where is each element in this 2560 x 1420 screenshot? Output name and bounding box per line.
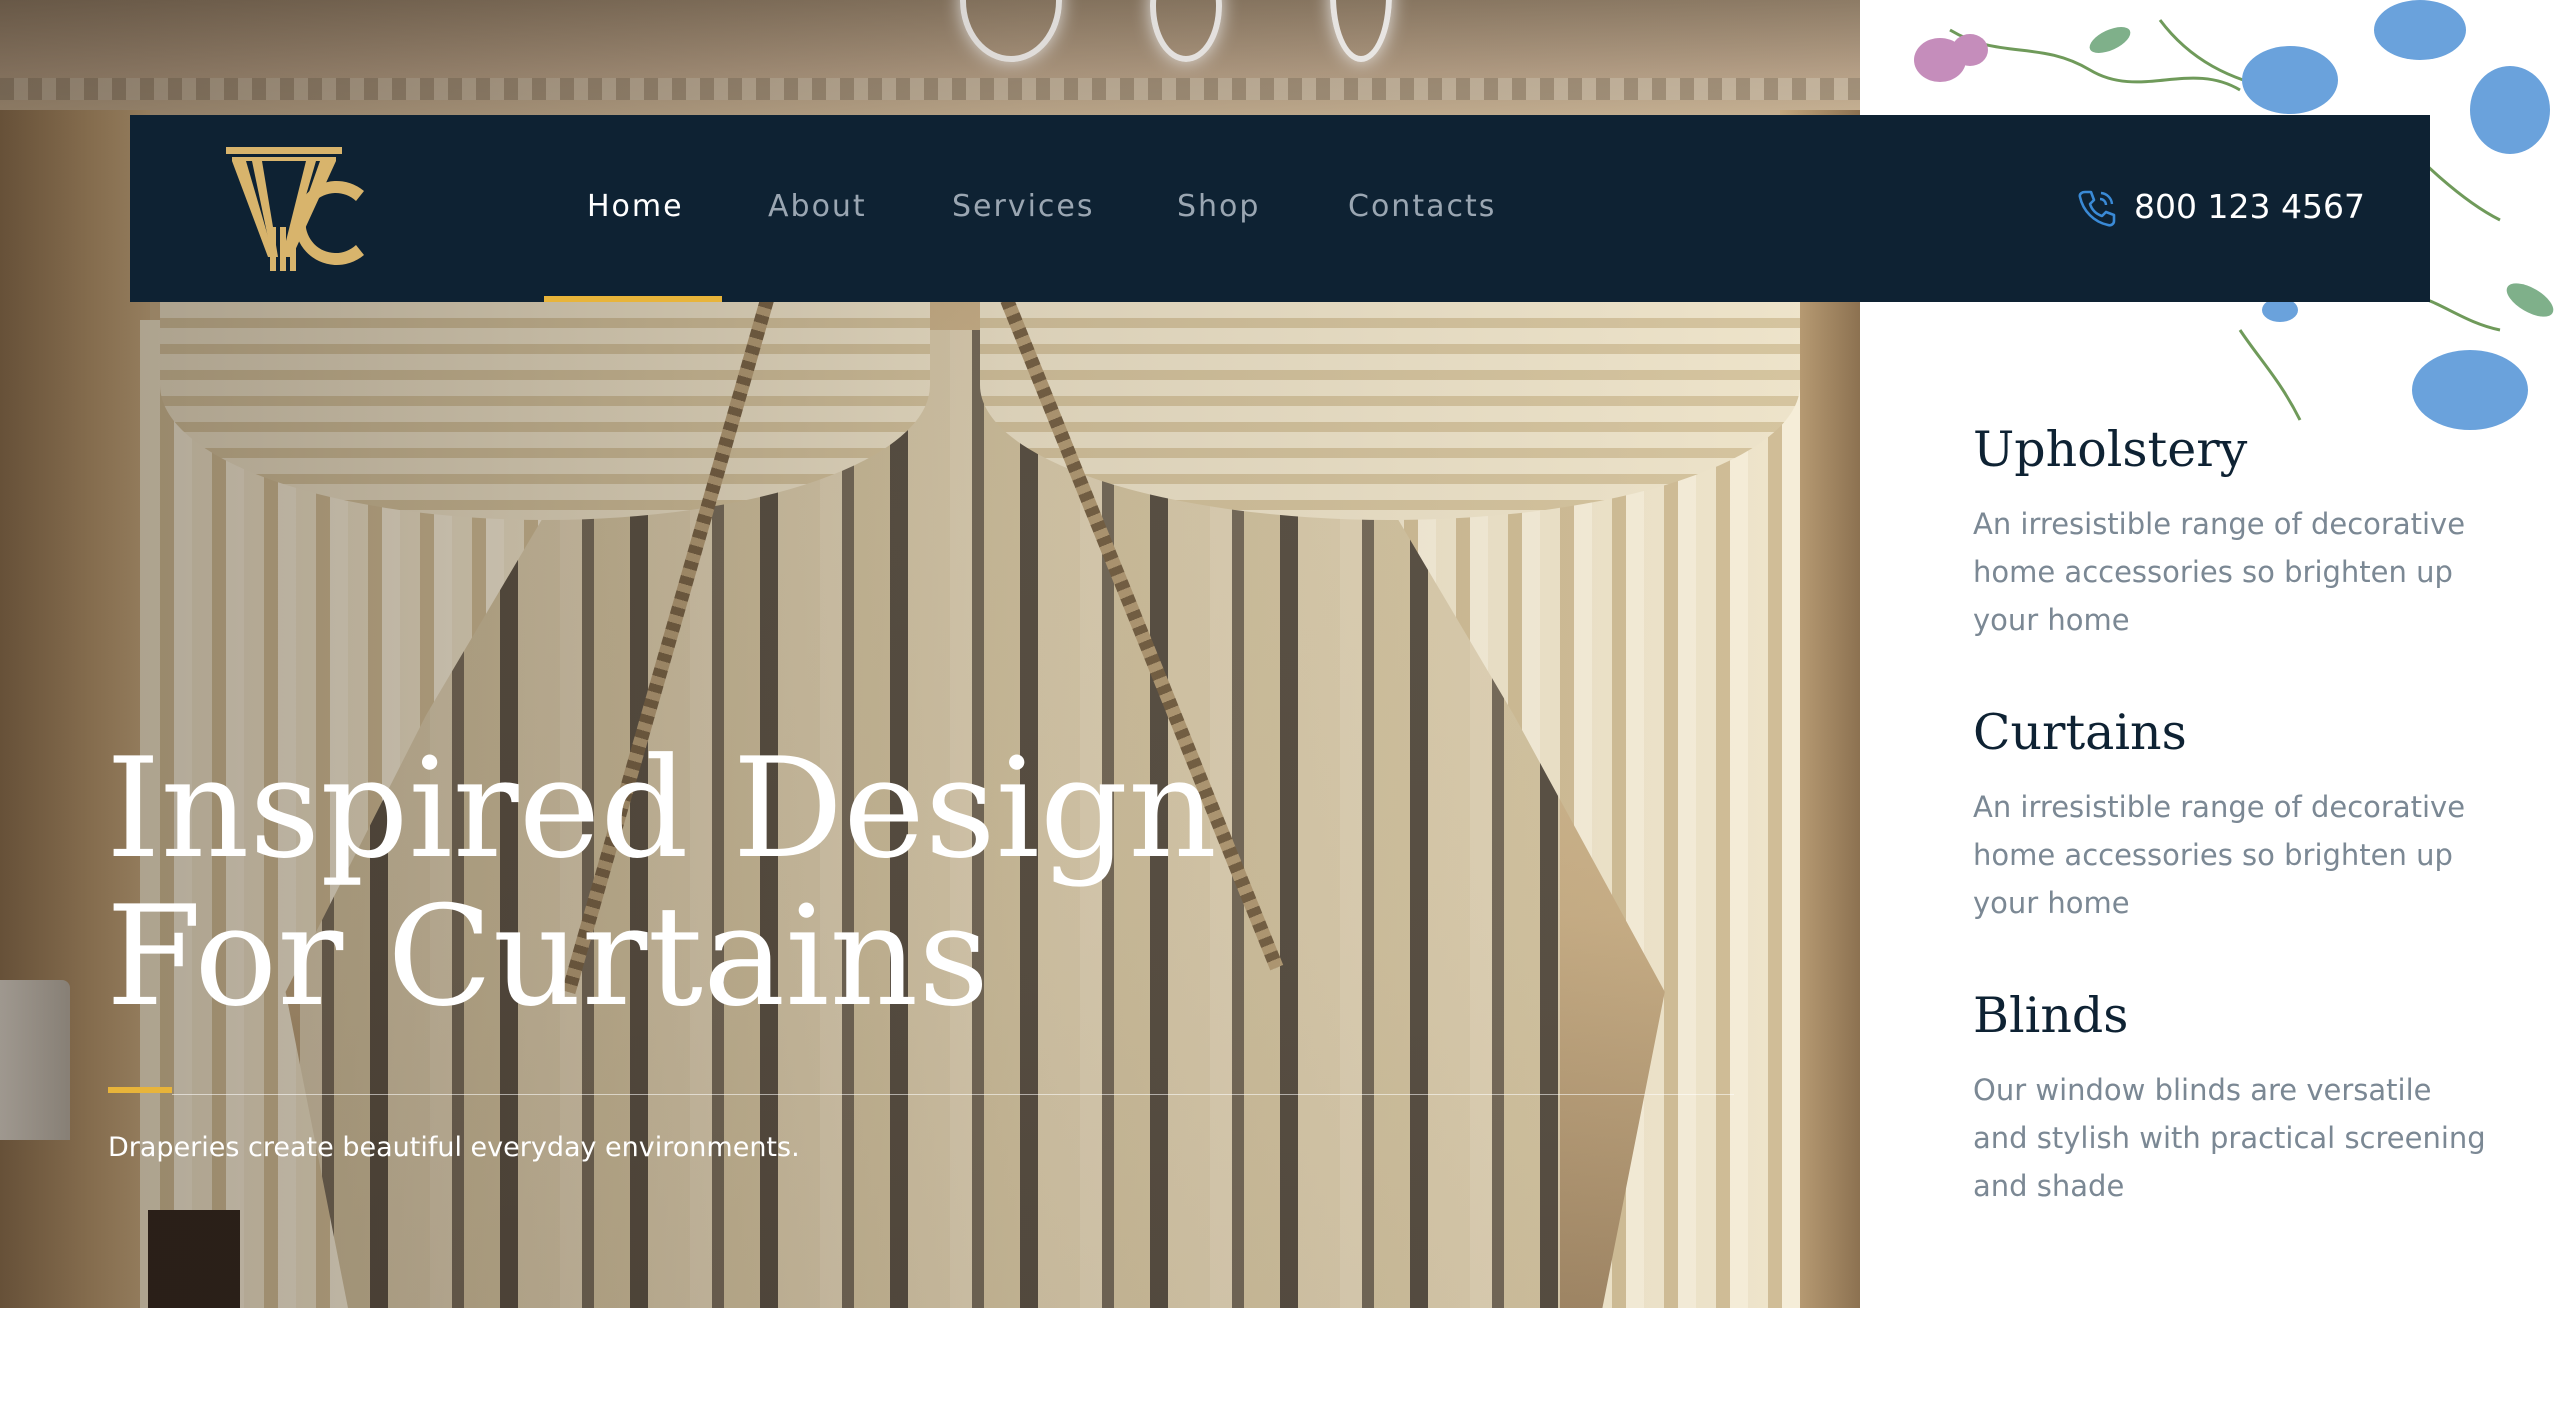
service-title-upholstery[interactable]: Upholstery: [1973, 420, 2247, 480]
service-title-blinds[interactable]: Blinds: [1973, 986, 2128, 1046]
hero-subtitle: Draperies create beautiful everyday envi…: [108, 1132, 800, 1163]
service-desc-curtains: An irresistible range of decorative home…: [1973, 790, 2466, 920]
phone-icon: [2078, 190, 2116, 227]
hero-accent-line: [108, 1087, 172, 1093]
service-desc-upholstery: An irresistible range of decorative home…: [1973, 507, 2466, 637]
nav-services[interactable]: Services: [952, 187, 1095, 227]
curtain-logo-icon[interactable]: [222, 145, 370, 273]
hero-title-line2: For Curtains: [106, 876, 990, 1037]
hero-divider: [172, 1094, 1734, 1095]
nav-about[interactable]: About: [768, 187, 867, 227]
hero-title-line1: Inspired Design: [106, 728, 1218, 889]
hero-title: Inspired Design For Curtains: [106, 735, 1306, 1031]
service-desc-blinds: Our window blinds are versatile and styl…: [1973, 1073, 2486, 1203]
phone-number[interactable]: 800 123 4567: [2134, 185, 2365, 229]
navbar: Home About Services Shop Contacts 800 12…: [130, 115, 2430, 302]
nav-contacts[interactable]: Contacts: [1348, 187, 1496, 227]
nav-shop[interactable]: Shop: [1177, 187, 1260, 227]
service-title-curtains[interactable]: Curtains: [1973, 703, 2187, 763]
nav-home[interactable]: Home: [587, 187, 684, 227]
nav-active-indicator: [544, 296, 722, 302]
